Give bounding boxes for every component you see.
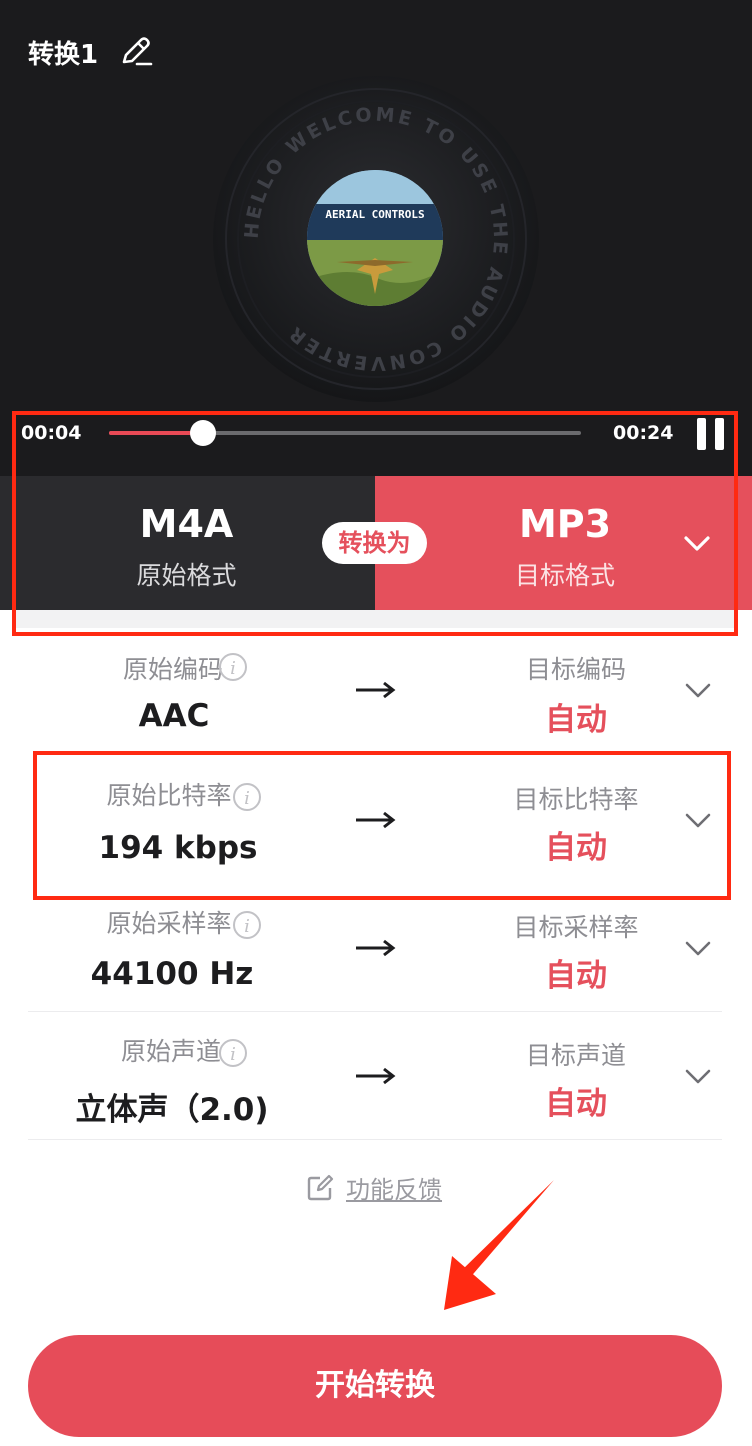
- chevron-down-icon[interactable]: [682, 676, 714, 704]
- task-title: 转换1: [28, 39, 99, 70]
- setting-row-samplerate[interactable]: 原始采样率 i 44100 Hz 目标采样率 自动: [28, 884, 722, 1012]
- setting-row-codec[interactable]: 原始编码 i AAC 目标编码 自动: [28, 628, 722, 756]
- orig-channels-value: 立体声（2.0): [75, 1092, 269, 1128]
- svg-text:i: i: [244, 916, 250, 937]
- info-icon[interactable]: i: [218, 1038, 248, 1068]
- highlight-box-bitrate: [33, 751, 731, 900]
- pencil-icon[interactable]: [116, 32, 156, 72]
- row-divider: [28, 1139, 722, 1140]
- svg-text:i: i: [230, 658, 236, 679]
- edit-note-icon: [307, 1174, 334, 1200]
- orig-samplerate-label: 原始采样率: [106, 909, 232, 938]
- target-channels-value: 自动: [545, 1086, 607, 1122]
- target-channels-label: 目标声道: [525, 1041, 626, 1070]
- orig-samplerate-value: 44100 Hz: [90, 956, 254, 992]
- album-cover: AERIAL CONTROLS: [307, 170, 443, 306]
- target-codec-label: 目标编码: [525, 655, 626, 684]
- target-samplerate-label: 目标采样率: [513, 913, 639, 942]
- highlight-box-format: [12, 411, 738, 636]
- info-icon[interactable]: i: [218, 652, 248, 682]
- feedback-link[interactable]: 功能反馈: [306, 1170, 442, 1205]
- setting-row-channels[interactable]: 原始声道 i 立体声（2.0) 目标声道 自动: [28, 1012, 722, 1140]
- feedback-label: 功能反馈: [346, 1176, 442, 1204]
- cover-title: AERIAL CONTROLS: [325, 208, 425, 221]
- info-icon[interactable]: i: [232, 910, 262, 940]
- orig-codec-value: AAC: [138, 698, 210, 734]
- arrow-right-icon: [356, 939, 396, 957]
- title-row: 转换1: [28, 32, 156, 72]
- svg-text:i: i: [230, 1044, 236, 1065]
- orig-channels-label: 原始声道: [120, 1037, 221, 1066]
- player-panel: 转换1 HELLO WELCOME TO USE THE AUDIO CONVE…: [0, 0, 752, 476]
- target-samplerate-value: 自动: [545, 958, 607, 994]
- chevron-down-icon[interactable]: [682, 934, 714, 962]
- arrow-right-icon: [356, 1067, 396, 1085]
- chevron-down-icon[interactable]: [682, 1062, 714, 1090]
- target-codec-value: 自动: [545, 702, 607, 738]
- arrow-right-icon: [356, 681, 396, 699]
- orig-codec-label: 原始编码: [122, 655, 223, 684]
- annotation-arrow-icon: [444, 1180, 554, 1310]
- start-convert-button[interactable]: 开始转换: [28, 1335, 722, 1437]
